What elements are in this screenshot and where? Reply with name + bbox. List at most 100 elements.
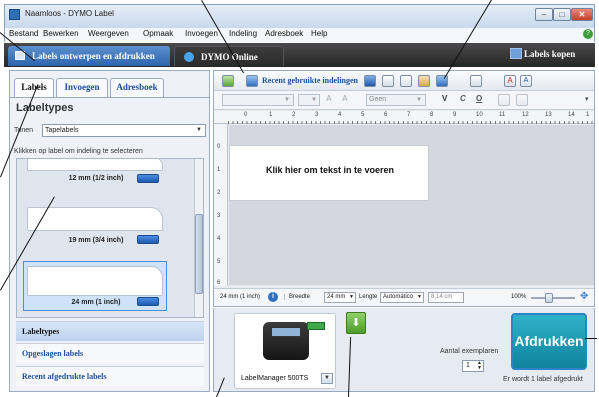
vruler-tick: 1: [217, 167, 221, 173]
tab-invoegen[interactable]: Invoegen: [56, 78, 108, 97]
show-select-value: Tapelabels: [45, 127, 79, 134]
tape-options-button[interactable]: [137, 174, 159, 183]
toolbar-overflow-icon[interactable]: ▾: [585, 95, 589, 103]
tape-cassette-icon: [307, 322, 325, 330]
insert-image-icon[interactable]: [436, 75, 448, 87]
tab-adresboek[interactable]: Adresboek: [110, 78, 164, 97]
new-label-icon[interactable]: [222, 75, 234, 87]
printer-screen: [271, 327, 301, 337]
zoom-fit-icon[interactable]: ✥: [580, 292, 590, 302]
font-size-small-icon[interactable]: A: [520, 75, 532, 87]
printer-dropdown[interactable]: ▼: [321, 373, 333, 384]
underline-button[interactable]: O: [476, 94, 482, 103]
globe-icon: [184, 52, 194, 62]
ruler-ticks: [228, 121, 594, 124]
label-area[interactable]: Klik hier om tekst in te voeren: [229, 145, 429, 201]
ruler-tick: 5: [361, 112, 365, 118]
scrollbar-thumb[interactable]: [195, 214, 203, 294]
ruler-tick: 6: [384, 112, 388, 118]
undo-icon[interactable]: [418, 75, 430, 87]
menu-bestand[interactable]: Bestand: [9, 29, 38, 38]
copies-input[interactable]: 1 ▲ ▼: [462, 360, 484, 372]
ruler-tick: 14: [568, 112, 575, 118]
ruler-tick: 1: [586, 112, 590, 118]
section-saved-labels[interactable]: Opgeslagen labels: [16, 343, 204, 363]
length-label: Lengte: [359, 294, 378, 300]
bold-button[interactable]: V: [442, 94, 447, 103]
italic-button[interactable]: C: [460, 94, 466, 103]
chevron-down-icon: ▼: [417, 294, 422, 300]
help-icon[interactable]: ?: [583, 29, 593, 39]
ruler-tick: 0: [244, 112, 248, 118]
ruler-tick: 7: [407, 112, 411, 118]
printer-name: LabelManager 500TS: [241, 375, 309, 382]
font-size-select[interactable]: ▼: [298, 94, 320, 106]
grow-font-icon[interactable]: A: [326, 94, 332, 103]
align-left-icon[interactable]: [498, 94, 510, 106]
download-arrow-icon[interactable]: ⬇: [346, 312, 366, 334]
buy-labels-link[interactable]: Labels kopen: [524, 49, 575, 59]
menu-weergeven[interactable]: Weergeven: [88, 29, 129, 38]
width-label: Breedte: [284, 294, 310, 300]
tab-design-print[interactable]: Labels ontwerpen en afdrukken: [8, 46, 170, 66]
save-icon[interactable]: [364, 75, 376, 87]
menu-help[interactable]: Help: [311, 29, 327, 38]
paste-icon[interactable]: [400, 75, 412, 87]
print-area: LabelManager 500TS ▼ ⬇ Aantal exemplaren…: [213, 308, 595, 392]
spinner-icon[interactable]: ▲ ▼: [477, 361, 482, 371]
vruler-tick: 5: [217, 259, 221, 265]
label-list: 12 mm (1/2 inch) 19 mm (3/4 inch) 24 mm …: [16, 158, 204, 318]
menu-bewerken[interactable]: Bewerken: [43, 29, 79, 38]
zoom-slider-track[interactable]: [531, 297, 575, 299]
nav-bar: Labels ontwerpen en afdrukken DYMO Onlin…: [4, 43, 595, 67]
tape-preview[interactable]: [27, 207, 163, 231]
menu-invoegen[interactable]: Invoegen: [185, 29, 218, 38]
minimize-button[interactable]: –: [535, 8, 553, 21]
length-cm-input[interactable]: 8,14 cm: [428, 292, 464, 303]
tape-preview[interactable]: [27, 159, 163, 171]
close-button[interactable]: ✕: [571, 8, 593, 21]
length-select[interactable]: Automático ▼: [380, 292, 424, 303]
menu-adresboek[interactable]: Adresboek: [265, 29, 303, 38]
cart-icon[interactable]: [510, 48, 522, 59]
toolbar-format: ▼ ▼ A A Geen ▼ V C O ▾: [214, 91, 594, 110]
ruler-tick: 11: [499, 112, 506, 118]
layouts-icon[interactable]: [246, 75, 258, 87]
chevron-down-icon: ▼: [284, 97, 290, 103]
ruler-tick: 2: [292, 112, 296, 118]
tape-size-label: 24 mm (1 inch): [220, 294, 261, 300]
panel-heading: Labeltypes: [16, 102, 74, 114]
tape-options-button[interactable]: [137, 235, 159, 244]
width-select[interactable]: 24 mm ▼: [324, 292, 356, 303]
recent-layouts-button[interactable]: Recent gebruikte indelingen: [262, 76, 358, 85]
font-select[interactable]: ▼: [222, 94, 294, 106]
print-button[interactable]: Afdrukken: [511, 313, 587, 370]
section-recent-labels[interactable]: Recent afgedrukte labels: [16, 366, 204, 386]
section-labeltypes[interactable]: Labeltypes: [16, 321, 204, 341]
app-icon: [9, 9, 20, 20]
frame-icon[interactable]: [470, 75, 482, 87]
tape-preview[interactable]: [27, 266, 163, 296]
align-center-icon[interactable]: [516, 94, 528, 106]
printer-card[interactable]: LabelManager 500TS ▼: [234, 313, 336, 389]
vruler-tick: 0: [217, 144, 221, 150]
shrink-font-icon[interactable]: A: [342, 94, 348, 103]
ruler-tick: 10: [476, 112, 483, 118]
effect-select[interactable]: Geen ▼: [366, 94, 426, 106]
chevron-down-icon: ▼: [196, 127, 202, 133]
vruler-tick: 4: [217, 236, 221, 242]
tape-options-button[interactable]: [137, 297, 159, 306]
maximize-button[interactable]: □: [553, 8, 571, 21]
ruler-tick: 8: [430, 112, 434, 118]
tab-dymo-online-label: DYMO Online: [201, 52, 258, 62]
print-icon[interactable]: [382, 75, 394, 87]
menu-indeling[interactable]: Indeling: [229, 29, 257, 38]
zoom-slider-thumb[interactable]: [545, 293, 553, 303]
show-select[interactable]: Tapelabels ▼: [42, 124, 206, 137]
font-size-large-icon[interactable]: A: [504, 75, 516, 87]
label-placeholder-text[interactable]: Klik hier om tekst in te voeren: [230, 165, 430, 175]
menu-opmaak[interactable]: Opmaak: [143, 29, 173, 38]
length-cm-value: 8,14 cm: [431, 294, 453, 300]
menu-bar: Bestand Bewerken Weergeven Opmaak Invoeg…: [4, 28, 595, 42]
info-icon[interactable]: i: [268, 292, 278, 302]
